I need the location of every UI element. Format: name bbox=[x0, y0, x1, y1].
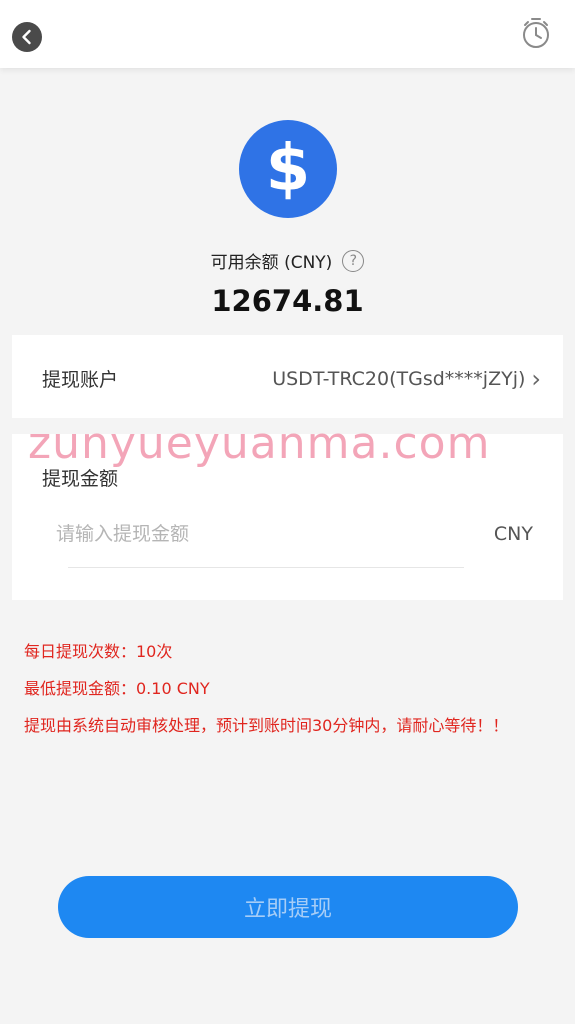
balance-label-row: 可用余额 (CNY) ? bbox=[0, 248, 575, 273]
note-review-time: 提现由系统自动审核处理，预计到账时间30分钟内，请耐心等待！！ bbox=[24, 716, 509, 735]
withdraw-notes: 每日提现次数：10次 最低提现金额：0.10 CNY 提现由系统自动审核处理，预… bbox=[24, 633, 544, 744]
withdraw-amount-card: 提现金额 CNY bbox=[12, 434, 563, 600]
amount-input[interactable] bbox=[56, 518, 406, 550]
balance-label: 可用余额 (CNY) bbox=[210, 253, 333, 273]
history-button[interactable] bbox=[519, 16, 553, 50]
dollar-icon: $ bbox=[266, 134, 311, 204]
chevron-left-icon bbox=[22, 29, 31, 45]
amount-unit: CNY bbox=[493, 523, 533, 545]
back-button[interactable] bbox=[12, 22, 42, 52]
question-circle-icon[interactable]: ? bbox=[342, 249, 365, 272]
chevron-right-icon: › bbox=[531, 365, 541, 393]
timer-history-icon bbox=[523, 18, 549, 48]
balance-coin: $ bbox=[239, 120, 337, 218]
withdraw-amount-label: 提现金额 bbox=[42, 468, 119, 490]
withdraw-submit-button[interactable]: 立即提现 bbox=[58, 876, 518, 938]
withdraw-account-row[interactable]: 提现账户 USDT-TRC20(TGsd****jZYj) › bbox=[12, 335, 563, 418]
account-address: USDT-TRC20(TGsd****jZYj) bbox=[272, 368, 526, 390]
svg-text:$: $ bbox=[266, 134, 311, 204]
amount-underline bbox=[68, 567, 464, 568]
top-bar bbox=[0, 0, 575, 68]
withdraw-account-label: 提现账户 bbox=[42, 369, 119, 391]
note-daily-count: 每日提现次数：10次 bbox=[24, 642, 173, 661]
withdraw-account-value[interactable]: USDT-TRC20(TGsd****jZYj) › bbox=[272, 365, 541, 393]
balance-value: 12674.81 bbox=[211, 284, 364, 318]
note-min-amount: 最低提现金额：0.10 CNY bbox=[24, 679, 210, 698]
